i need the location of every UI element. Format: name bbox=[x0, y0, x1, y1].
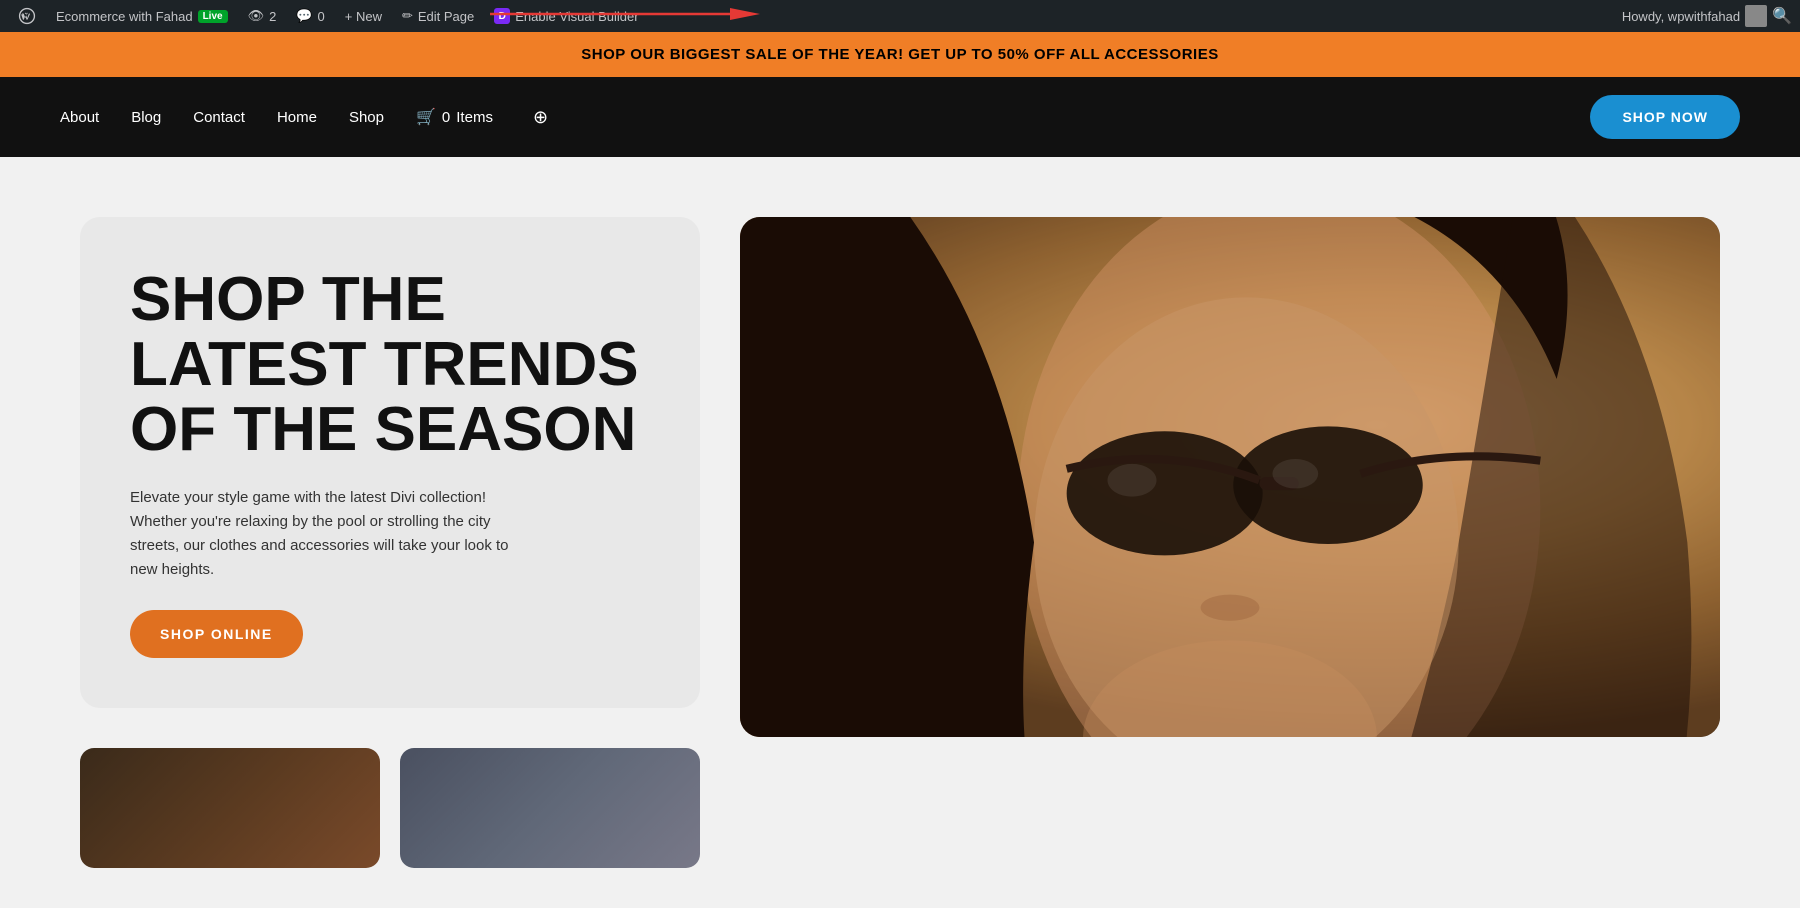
view-count-button[interactable]: 👁 2 bbox=[238, 0, 287, 32]
comment-icon: 💬 bbox=[296, 8, 312, 24]
hero-left: SHOP THE LATEST TRENDS OF THE SEASON Ele… bbox=[80, 217, 700, 868]
thumbnail-card-2 bbox=[400, 748, 700, 868]
search-icon-header[interactable]: ⊕ bbox=[533, 107, 548, 128]
view-count-label: 2 bbox=[269, 9, 276, 24]
nav-home[interactable]: Home bbox=[277, 109, 317, 126]
hero-thumbnails bbox=[80, 748, 700, 868]
hero-image bbox=[740, 217, 1720, 737]
cart-count: 0 bbox=[442, 109, 450, 126]
site-name-label: Ecommerce with Fahad bbox=[56, 9, 193, 24]
admin-bar: Ecommerce with Fahad Live 👁 2 💬 0 + New … bbox=[0, 0, 1800, 32]
eye-icon: 👁 bbox=[248, 8, 265, 24]
promo-text: SHOP OUR BIGGEST SALE OF THE YEAR! GET U… bbox=[581, 46, 1218, 63]
site-name-button[interactable]: Ecommerce with Fahad Live bbox=[46, 0, 238, 32]
hero-woman-image bbox=[740, 217, 1720, 737]
nav-shop[interactable]: Shop bbox=[349, 109, 384, 126]
cart-items-label: Items bbox=[456, 109, 493, 126]
howdy-label: Howdy, wpwithfahad bbox=[1622, 9, 1740, 24]
thumbnail-card-1 bbox=[80, 748, 380, 868]
admin-avatar[interactable] bbox=[1745, 5, 1767, 27]
search-icon-admin[interactable]: 🔍 bbox=[1772, 6, 1792, 26]
new-content-button[interactable]: + New bbox=[335, 0, 392, 32]
nav-about[interactable]: About bbox=[60, 109, 99, 126]
hero-description: Elevate your style game with the latest … bbox=[130, 486, 530, 582]
hero-text-card: SHOP THE LATEST TRENDS OF THE SEASON Ele… bbox=[80, 217, 700, 708]
cart-icon: 🛒 bbox=[416, 107, 436, 127]
comment-count-button[interactable]: 💬 0 bbox=[286, 0, 334, 32]
site-header: About Blog Contact Home Shop 🛒 0 Items ⊕… bbox=[0, 77, 1800, 157]
live-badge: Live bbox=[198, 10, 228, 23]
promo-banner: SHOP OUR BIGGEST SALE OF THE YEAR! GET U… bbox=[0, 32, 1800, 77]
edit-icon: ✏ bbox=[402, 8, 413, 24]
shop-now-button[interactable]: SHOP NOW bbox=[1590, 95, 1740, 139]
wp-logo-button[interactable] bbox=[8, 0, 46, 32]
hero-section: SHOP THE LATEST TRENDS OF THE SEASON Ele… bbox=[0, 157, 1800, 908]
edit-page-label: Edit Page bbox=[418, 9, 474, 24]
hero-title: SHOP THE LATEST TRENDS OF THE SEASON bbox=[130, 267, 650, 462]
annotation-arrow bbox=[490, 4, 760, 24]
admin-bar-right: Howdy, wpwithfahad 🔍 bbox=[1622, 5, 1792, 27]
edit-page-button[interactable]: ✏ Edit Page bbox=[392, 0, 484, 32]
nav-blog[interactable]: Blog bbox=[131, 109, 161, 126]
new-content-label: + New bbox=[345, 9, 382, 24]
nav-contact[interactable]: Contact bbox=[193, 109, 245, 126]
cart-button[interactable]: 🛒 0 Items bbox=[416, 107, 493, 127]
shop-online-button[interactable]: SHOP ONLINE bbox=[130, 610, 303, 658]
comment-count-label: 0 bbox=[318, 9, 325, 24]
main-nav: About Blog Contact Home Shop 🛒 0 Items ⊕ bbox=[60, 107, 548, 128]
